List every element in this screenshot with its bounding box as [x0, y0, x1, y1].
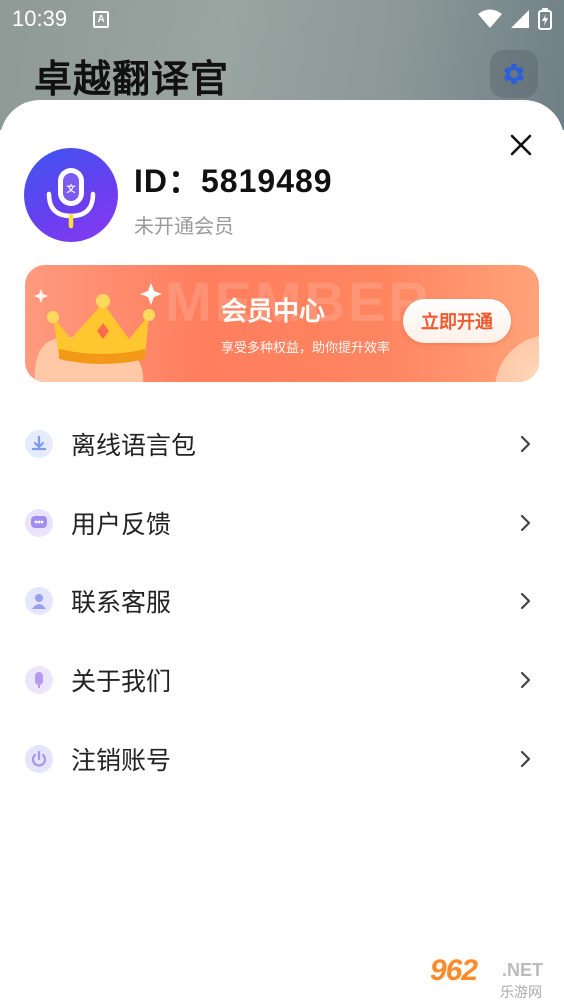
settings-menu: 离线语言包 用户反馈 联系客服 关于我们 注销账号	[0, 405, 564, 798]
chevron-right-icon	[520, 671, 531, 689]
wifi-icon	[478, 9, 502, 28]
notification-icon: A	[93, 10, 110, 28]
status-bar: 10:39 A	[0, 0, 564, 38]
microphone-logo-icon: 文	[46, 168, 96, 229]
status-time: 10:39	[12, 6, 68, 31]
banner-subtitle: 享受多种权益，助你提升效率	[221, 341, 391, 356]
menu-item-label: 关于我们	[71, 667, 172, 697]
gear-icon	[503, 63, 525, 85]
settings-button[interactable]	[490, 50, 538, 98]
menu-item-label: 用户反馈	[71, 509, 172, 539]
svg-text:文: 文	[65, 183, 76, 194]
logo-number: 962	[430, 954, 478, 987]
menu-item-delete-account[interactable]: 注销账号	[0, 719, 564, 798]
chevron-right-icon	[520, 514, 531, 531]
close-icon	[510, 134, 532, 156]
logo-suffix: .NET	[502, 960, 544, 980]
person-icon	[25, 587, 53, 616]
chevron-right-icon	[520, 750, 531, 767]
battery-icon	[538, 8, 552, 30]
membership-status: 未开通会员	[134, 214, 234, 238]
download-icon	[25, 430, 53, 459]
chevron-right-icon	[520, 593, 531, 610]
menu-item-offline-language[interactable]: 离线语言包	[0, 405, 564, 484]
menu-item-label: 离线语言包	[71, 431, 197, 461]
signal-icon	[511, 10, 529, 28]
avatar[interactable]: 文	[24, 148, 118, 242]
site-watermark-logo: 962 .NET 乐游网	[424, 952, 558, 1001]
background-app-title: 卓越翻译官	[34, 57, 230, 101]
chat-icon	[25, 508, 53, 537]
activate-membership-button[interactable]: 立即开通	[403, 299, 511, 343]
user-id: ID：5819489	[134, 163, 333, 199]
menu-item-about-us[interactable]: 关于我们	[0, 641, 564, 720]
menu-item-label: 注销账号	[71, 745, 172, 775]
crown-icon	[34, 283, 162, 382]
banner-title: 会员中心	[221, 297, 326, 327]
menu-item-contact-support[interactable]: 联系客服	[0, 562, 564, 641]
menu-item-user-feedback[interactable]: 用户反馈	[0, 484, 564, 563]
banner-decoration	[495, 335, 539, 382]
close-button[interactable]	[504, 128, 538, 162]
chevron-right-icon	[520, 436, 531, 453]
mic-icon	[25, 666, 53, 695]
power-icon	[25, 744, 53, 773]
logo-chinese-name: 乐游网	[500, 985, 542, 1001]
menu-item-label: 联系客服	[71, 588, 172, 618]
